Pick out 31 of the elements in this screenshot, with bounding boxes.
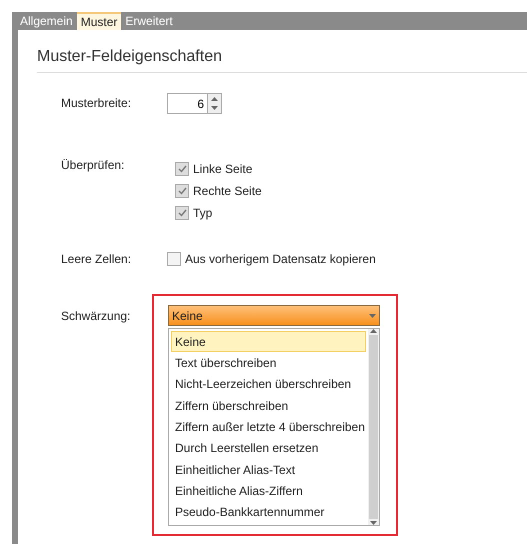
checkbox-label: Typ: [193, 206, 212, 220]
caret-icon: [369, 314, 376, 318]
check-icon: [178, 187, 186, 195]
field-label: Überprüfen:: [61, 158, 126, 172]
tab[interactable]: Muster: [76, 12, 122, 30]
field-label: Schwärzung:: [61, 308, 132, 323]
checkbox[interactable]: [167, 252, 181, 266]
checkbox-label: Rechte Seite: [193, 184, 262, 198]
dropdown-item[interactable]: Einheitliche Alias-Ziffern: [171, 480, 366, 502]
field-label: Leere Zellen:: [61, 252, 132, 266]
dropdown-item[interactable]: Einheitlicher Alias-Text: [171, 458, 366, 480]
dropdown-item[interactable]: Nicht-Leerzeichen überschreiben: [171, 374, 366, 395]
field-label: Musterbreite:: [61, 95, 132, 110]
up-arrow-icon: [211, 96, 218, 101]
section-heading: Muster-Feldeigenschaften: [37, 48, 527, 73]
number-field[interactable]: 6: [167, 93, 207, 114]
checkbox-label: Linke Seite: [193, 162, 252, 176]
check-icon: [178, 209, 186, 217]
scroll-up-icon: [370, 329, 377, 333]
dropdown[interactable]: Keine: [168, 305, 380, 326]
dropdown-item[interactable]: Durch Leerstellen ersetzen: [171, 438, 366, 459]
dropdown-item[interactable]: Text überschreiben: [171, 352, 366, 374]
check-icon: [178, 165, 186, 173]
scroll-down-icon: [370, 521, 377, 525]
down-arrow-icon: [211, 106, 218, 110]
dropdown-item[interactable]: Ziffern überschreiben: [171, 394, 366, 416]
scrollbar[interactable]: [368, 329, 379, 525]
dropdown-item[interactable]: Keine: [171, 331, 366, 352]
checkbox-label: Aus vorherigem Datensatz kopieren: [185, 252, 376, 266]
dropdown-item[interactable]: Pseudo-Bankkartennummer: [171, 502, 366, 523]
dropdown-item[interactable]: Ziffern außer letzte 4 überschreiben: [171, 416, 366, 438]
